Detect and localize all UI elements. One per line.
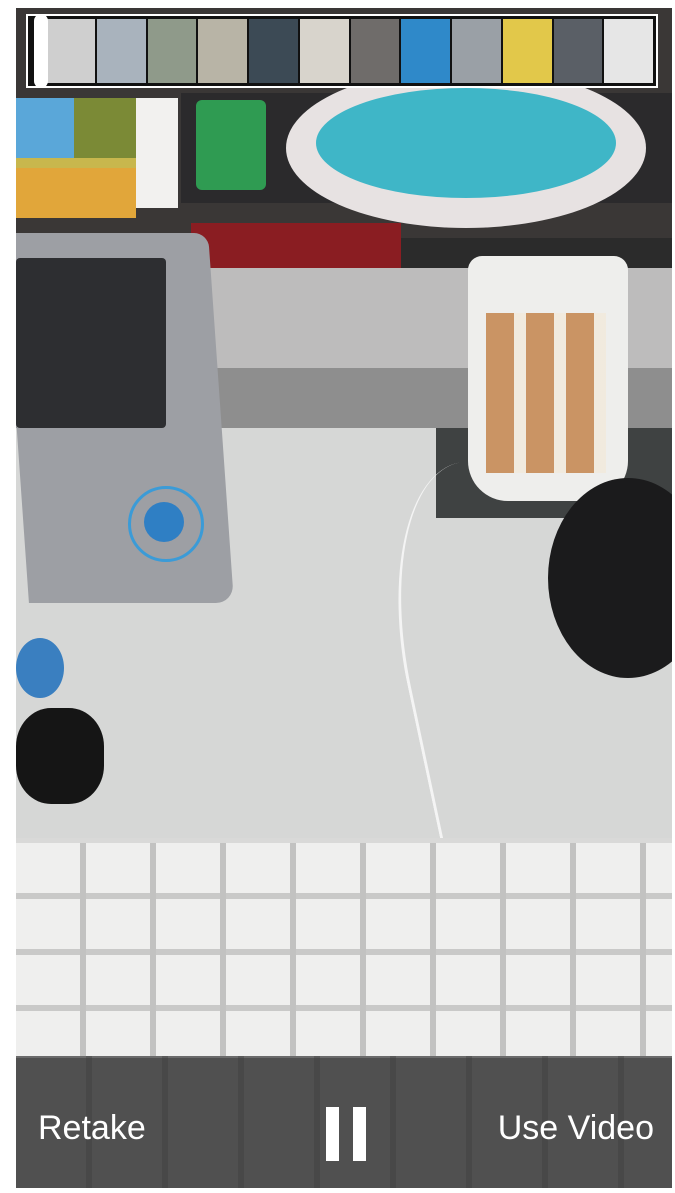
retake-button[interactable]: Retake (38, 1108, 146, 1148)
timeline-thumbnail (553, 19, 603, 83)
timeline-thumbnail (198, 19, 247, 83)
pause-icon[interactable] (326, 1107, 366, 1161)
video-preview-screen (16, 8, 672, 1188)
timeline-thumbnail (604, 19, 653, 83)
playhead-handle[interactable] (34, 14, 48, 88)
timeline-thumbnail (452, 19, 501, 83)
use-video-button[interactable]: Use Video (498, 1108, 654, 1148)
timeline-thumbnail (96, 19, 146, 83)
timeline-thumbnail (401, 19, 450, 83)
bottom-control-bar: Retake Use Video (16, 1058, 672, 1188)
timeline-thumbnail (299, 19, 349, 83)
timeline-thumbnail (502, 19, 552, 83)
video-frame (16, 8, 672, 1188)
timeline-thumbnail (147, 19, 197, 83)
timeline-thumbnails (46, 19, 653, 83)
timeline-thumbnail (350, 19, 400, 83)
timeline-thumbnail (249, 19, 298, 83)
video-timeline-scrubber[interactable] (26, 14, 658, 88)
timeline-thumbnail (46, 19, 95, 83)
